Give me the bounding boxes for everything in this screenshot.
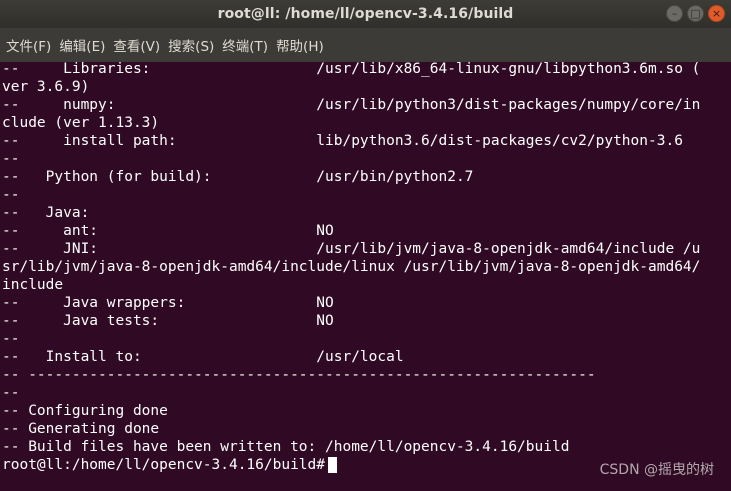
menu-search[interactable]: 搜索(S) (168, 35, 214, 55)
window-controls: – □ × (666, 5, 725, 22)
minimize-icon: – (671, 7, 678, 20)
menu-help[interactable]: 帮助(H) (276, 35, 324, 55)
menu-edit[interactable]: 编辑(E) (59, 35, 105, 55)
terminal-window: root@ll: /home/ll/opencv-3.4.16/build – … (0, 0, 731, 491)
close-icon: × (711, 7, 722, 20)
terminal-line: -- (2, 151, 20, 167)
terminal-line: -- Generating done (2, 421, 160, 437)
terminal-line: -- (2, 385, 20, 401)
terminal-line: sr/lib/jvm/java-8-openjdk-amd64/include/… (2, 259, 701, 275)
menu-view[interactable]: 查看(V) (113, 35, 160, 55)
terminal-line: -- -------------------------------------… (2, 367, 596, 383)
title-bar[interactable]: root@ll: /home/ll/opencv-3.4.16/build – … (0, 0, 731, 28)
terminal-line: -- (2, 331, 20, 347)
terminal-line: -- Java tests: NO (2, 313, 334, 329)
terminal-line: -- ant: NO (2, 223, 334, 239)
terminal-line: -- JNI: /usr/lib/jvm/java-8-openjdk-amd6… (2, 241, 701, 257)
terminal-line: ver 3.6.9) (2, 79, 90, 95)
terminal-line: -- install path: lib/python3.6/dist-pack… (2, 133, 683, 149)
menu-file[interactable]: 文件(F) (6, 35, 51, 55)
terminal-line: -- Configuring done (2, 403, 168, 419)
terminal-line: -- Install to: /usr/local (2, 349, 404, 365)
terminal-line: include (2, 277, 64, 293)
maximize-icon: □ (690, 7, 701, 20)
terminal-line: -- Build files have been written to: /ho… (2, 439, 570, 455)
menu-terminal[interactable]: 终端(T) (222, 35, 268, 55)
text-cursor (328, 457, 338, 473)
terminal-line: -- Libraries: /usr/lib/x86_64-linux-gnu/… (2, 61, 701, 77)
close-button[interactable]: × (708, 5, 725, 22)
terminal-line: -- Java: (2, 205, 90, 221)
watermark: CSDN @摇曳的树 (599, 462, 714, 478)
window-title: root@ll: /home/ll/opencv-3.4.16/build (217, 6, 514, 22)
shell-prompt: root@ll:/home/ll/opencv-3.4.16/build# (2, 457, 326, 473)
terminal-line: -- Java wrappers: NO (2, 295, 334, 311)
minimize-button[interactable]: – (666, 5, 683, 22)
terminal-line: -- (2, 187, 20, 203)
terminal-line: -- Python (for build): /usr/bin/python2.… (2, 169, 474, 185)
menu-bar: 文件(F) 编辑(E) 查看(V) 搜索(S) 终端(T) 帮助(H) (0, 28, 731, 62)
terminal-line: -- numpy: /usr/lib/python3/dist-packages… (2, 97, 701, 113)
terminal-output[interactable]: -- Libraries: /usr/lib/x86_64-linux-gnu/… (2, 60, 731, 491)
terminal-line: clude (ver 1.13.3) (2, 115, 160, 131)
maximize-button[interactable]: □ (687, 5, 704, 22)
